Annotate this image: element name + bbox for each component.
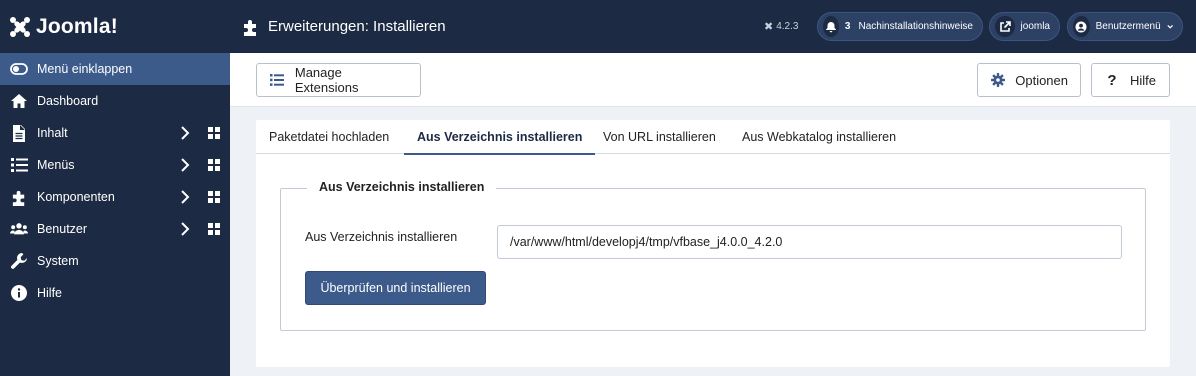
file-icon [10,124,28,142]
user-menu-label: Benutzermenü [1095,21,1161,32]
sidebar-item-label: Benutzer [37,222,88,236]
chevron-right-icon [181,126,190,140]
version-text: 4.2.3 [776,21,799,32]
tab-upload-package[interactable]: Paketdatei hochladen [256,120,402,154]
chevron-down-icon [1167,24,1173,29]
chevron-right-icon [181,158,190,172]
sidebar-item-menus[interactable]: Menüs [0,149,230,181]
install-folder-fieldset: Aus Verzeichnis installieren Aus Verzeic… [280,180,1146,331]
check-and-install-button[interactable]: Überprüfen und installieren [305,271,486,305]
help-button[interactable]: ? Hilfe [1091,63,1170,97]
gear-icon [990,72,1005,88]
chevron-right-icon [181,222,190,236]
fieldset-legend: Aus Verzeichnis installieren [307,180,497,194]
manage-extensions-label: Manage Extensions [294,65,359,95]
joomla-logo[interactable]: Joomla! [0,0,230,53]
dashboard-grid-icon[interactable] [208,223,220,235]
list-icon [269,72,285,88]
dashboard-grid-icon[interactable] [208,127,220,139]
sidebar-item-dashboard[interactable]: Dashboard [0,85,230,117]
install-directory-label: Aus Verzeichnis installieren [305,230,458,244]
version-label: ✖ 4.2.3 [764,0,798,53]
notification-label: Nachinstallationshinweise [858,21,973,32]
page-title: Erweiterungen: Installieren [242,0,446,53]
sidebar-item-label: System [37,254,79,268]
chevron-right-icon [181,190,190,204]
options-label: Optionen [1015,72,1068,88]
joomla-x-icon: ✖ [764,21,774,33]
page-title-text: Erweiterungen: Installieren [268,18,446,35]
toggle-icon [10,60,28,78]
view-site-button[interactable]: joomla [989,12,1060,41]
sidebar-item-help[interactable]: Hilfe [0,277,230,309]
sidebar-item-users[interactable]: Benutzer [0,213,230,245]
toolbar: Manage Extensions Optionen ? Hilfe [230,53,1196,107]
external-link-icon [995,16,1015,37]
sidebar-collapse-label: Menü einklappen [37,62,133,76]
sidebar: Menü einklappen Dashboard Inhalt Menüs K… [0,53,230,376]
post-install-messages-button[interactable]: 3 Nachinstallationshinweise [817,12,983,41]
notification-count: 3 [844,21,851,32]
sidebar-item-components[interactable]: Komponenten [0,181,230,213]
install-tabs: Paketdatei hochladen Aus Verzeichnis ins… [256,120,1170,155]
sidebar-item-label: Menüs [37,158,75,172]
tab-install-from-folder[interactable]: Aus Verzeichnis installieren [404,120,596,155]
brand-name: Joomla! [36,14,118,38]
question-icon: ? [1107,71,1117,89]
help-label: Hilfe [1130,72,1157,88]
top-header: Joomla! Erweiterungen: Installieren ✖ 4.… [0,0,1196,53]
sidebar-item-label: Inhalt [37,126,68,140]
bell-icon [823,16,839,37]
install-directory-input[interactable] [497,225,1122,259]
list-icon [10,156,28,174]
tab-install-from-url[interactable]: Von URL installieren [590,120,729,154]
sidebar-item-label: Hilfe [37,286,63,300]
sidebar-item-content[interactable]: Inhalt [0,117,230,149]
puzzle-icon [10,188,28,206]
user-icon [1073,16,1090,37]
sidebar-item-label: Komponenten [37,190,115,204]
puzzle-icon [244,19,256,36]
dashboard-grid-icon[interactable] [208,191,220,203]
info-icon [10,284,28,302]
sidebar-item-label: Dashboard [37,94,99,108]
sidebar-item-system[interactable]: System [0,245,230,277]
site-link-label: joomla [1020,21,1050,32]
home-icon [10,92,28,110]
manage-extensions-button[interactable]: Manage Extensions [256,63,421,97]
tab-install-from-web[interactable]: Aus Webkatalog installieren [729,120,909,154]
user-menu-button[interactable]: Benutzermenü [1067,12,1183,41]
users-icon [10,220,28,238]
dashboard-grid-icon[interactable] [208,159,220,171]
wrench-icon [10,252,28,270]
sidebar-collapse-toggle[interactable]: Menü einklappen [0,53,230,85]
install-card: Paketdatei hochladen Aus Verzeichnis ins… [256,120,1170,367]
joomla-logo-icon [10,16,30,37]
options-button[interactable]: Optionen [977,63,1081,97]
